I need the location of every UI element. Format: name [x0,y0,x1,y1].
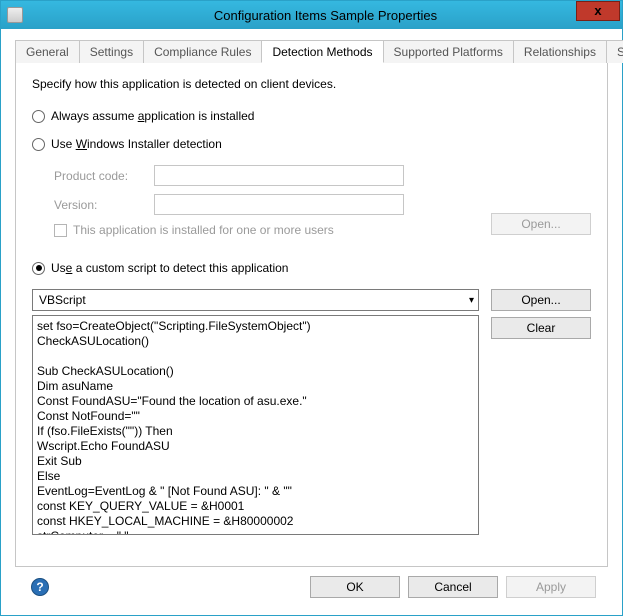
script-body-textarea[interactable]: set fso=CreateObject("Scripting.FileSyst… [32,315,479,535]
tab-content: Specify how this application is detected… [15,63,608,567]
script-type-value: VBScript [39,293,86,307]
product-code-label: Product code: [54,169,154,183]
radio-assume[interactable] [32,110,45,123]
tab-relationships[interactable]: Relationships [513,40,607,63]
help-icon[interactable]: ? [31,578,49,596]
tab-detection-methods[interactable]: Detection Methods [261,40,383,63]
tab-supported-platforms[interactable]: Supported Platforms [383,40,514,63]
version-row: Version: [54,194,591,215]
product-code-input [154,165,404,186]
bottom-bar: ? OK Cancel Apply [15,567,608,607]
version-input [154,194,404,215]
radio-row-custom[interactable]: Use a custom script to detect this appli… [32,261,591,275]
cancel-button[interactable]: Cancel [408,576,498,598]
dialog-window: Configuration Items Sample Properties x … [0,0,623,616]
script-left-col: VBScript ▾ set fso=CreateObject("Scripti… [32,289,479,535]
close-button[interactable]: x [576,1,620,21]
version-label: Version: [54,198,154,212]
window-title: Configuration Items Sample Properties [29,8,622,23]
multi-user-checkbox [54,224,67,237]
radio-custom[interactable] [32,262,45,275]
wininst-open-button: Open... [491,213,591,235]
radio-assume-label: Always assume application is installed [51,109,254,123]
window-icon [7,7,23,23]
radio-custom-label: Use a custom script to detect this appli… [51,261,288,275]
intro-text: Specify how this application is detected… [32,77,591,91]
client-area: General Settings Compliance Rules Detect… [1,29,622,615]
custom-script-block: VBScript ▾ set fso=CreateObject("Scripti… [32,289,591,535]
multi-user-label: This application is installed for one or… [73,223,334,237]
tab-security[interactable]: Security [606,40,623,63]
product-code-row: Product code: [54,165,591,186]
radio-wininst-label: Use Windows Installer detection [51,137,222,151]
ok-button[interactable]: OK [310,576,400,598]
chevron-down-icon: ▾ [469,295,474,306]
script-right-col: Open... Clear [491,289,591,535]
tab-strip: General Settings Compliance Rules Detect… [15,39,608,63]
script-clear-button[interactable]: Clear [491,317,591,339]
script-open-button[interactable]: Open... [491,289,591,311]
tab-general[interactable]: General [15,40,80,63]
tab-compliance-rules[interactable]: Compliance Rules [143,40,262,63]
tab-settings[interactable]: Settings [79,40,144,63]
apply-button: Apply [506,576,596,598]
title-bar[interactable]: Configuration Items Sample Properties x [1,1,622,29]
radio-wininst[interactable] [32,138,45,151]
radio-row-assume[interactable]: Always assume application is installed [32,109,591,123]
radio-row-wininst[interactable]: Use Windows Installer detection [32,137,591,151]
script-type-select[interactable]: VBScript ▾ [32,289,479,311]
